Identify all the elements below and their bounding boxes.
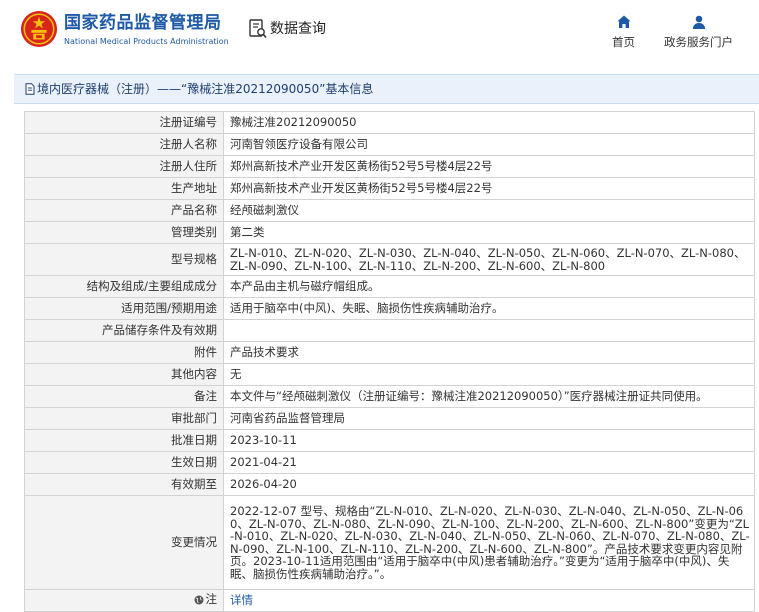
table-row: 审批部门 河南省药品监督管理局 xyxy=(24,407,755,430)
table-row: 生效日期 2021-04-21 xyxy=(24,451,755,474)
field-value: 豫械注准20212090050 xyxy=(223,111,755,134)
document-icon xyxy=(25,83,35,95)
table-row: 批准日期 2023-10-11 xyxy=(24,429,755,452)
field-value: 适用于脑卒中(中风)、失眠、脑损伤性疾病辅助治疗。 xyxy=(223,297,755,320)
field-value: 河南省药品监督管理局 xyxy=(223,407,755,430)
field-value: ZL-N-010、ZL-N-020、ZL-N-030、ZL-N-040、ZL-N… xyxy=(223,243,755,276)
field-label: 适用范围/预期用途 xyxy=(24,297,224,320)
field-label: 产品名称 xyxy=(24,199,224,222)
field-value: 本产品由主机与磁疗帽组成。 xyxy=(223,275,755,298)
table-row: 型号规格 ZL-N-010、ZL-N-020、ZL-N-030、ZL-N-040… xyxy=(24,243,755,276)
data-query-link[interactable]: 数据查询 xyxy=(249,19,326,39)
table-row: 有效期至 2026-04-20 xyxy=(24,473,755,496)
table-row: 变更情况 2022-12-07 型号、规格由“ZL-N-010、ZL-N-020… xyxy=(24,495,755,590)
field-label: 审批部门 xyxy=(24,407,224,430)
table-row: 注册证编号 豫械注准20212090050 xyxy=(24,111,755,134)
field-value: 本文件与“经颅磁刺激仪（注册证编号：豫械注准20212090050）”医疗器械注… xyxy=(223,385,755,408)
data-query-label: 数据查询 xyxy=(270,21,326,37)
registration-info-table: 注册证编号 豫械注准20212090050 注册人名称 河南智领医疗设备有限公司… xyxy=(24,111,755,612)
field-label: 型号规格 xyxy=(24,243,224,276)
nav-service-portal[interactable]: 政务服务门户 xyxy=(664,14,733,49)
note-key: 注 xyxy=(194,592,218,607)
field-label: 有效期至 xyxy=(24,473,224,496)
note-label-cell: 注 xyxy=(24,589,224,612)
table-row: 适用范围/预期用途 适用于脑卒中(中风)、失眠、脑损伤性疾病辅助治疗。 xyxy=(24,297,755,320)
field-value: 2021-04-21 xyxy=(223,451,755,474)
home-icon xyxy=(617,15,630,28)
field-label: 注册人名称 xyxy=(24,133,224,156)
brand-title-cn: 国家药品监督管理局 xyxy=(64,13,222,33)
field-label: 批准日期 xyxy=(24,429,224,452)
field-label: 注册人住所 xyxy=(24,155,224,178)
field-value xyxy=(223,319,755,342)
table-row: 注册人名称 河南智领医疗设备有限公司 xyxy=(24,133,755,156)
field-label: 生效日期 xyxy=(24,451,224,474)
nav-home-label: 首页 xyxy=(612,35,635,49)
field-value: 无 xyxy=(223,363,755,386)
table-row: 备注 本文件与“经颅磁刺激仪（注册证编号：豫械注准20212090050）”医疗… xyxy=(24,385,755,408)
field-label: 结构及组成/主要组成成分 xyxy=(24,275,224,298)
table-row: 产品名称 经颅磁刺激仪 xyxy=(24,199,755,222)
detail-title: 境内医疗器械（注册）——“豫械注准20212090050”基本信息 xyxy=(37,82,374,96)
note-label: 注 xyxy=(205,592,218,607)
field-value: 郑州高新技术产业开发区黄杨街52号5号楼4层22号 xyxy=(223,155,755,178)
field-label: 变更情况 xyxy=(24,495,224,590)
nav-home[interactable]: 首页 xyxy=(612,14,635,49)
field-value: 河南智领医疗设备有限公司 xyxy=(223,133,755,156)
detail-link[interactable]: 详情 xyxy=(230,593,253,607)
table-row: 注册人住所 郑州高新技术产业开发区黄杨街52号5号楼4层22号 xyxy=(24,155,755,178)
field-value: 第二类 xyxy=(223,221,755,244)
national-emblem-icon[interactable] xyxy=(20,10,58,48)
field-value: 郑州高新技术产业开发区黄杨街52号5号楼4层22号 xyxy=(223,177,755,200)
field-label: 产品储存条件及有效期 xyxy=(24,319,224,342)
user-icon xyxy=(692,15,705,29)
document-search-icon xyxy=(249,19,267,39)
field-label: 附件 xyxy=(24,341,224,364)
field-label: 其他内容 xyxy=(24,363,224,386)
table-row: 附件 产品技术要求 xyxy=(24,341,755,364)
field-label: 生产地址 xyxy=(24,177,224,200)
field-value: 2023-10-11 xyxy=(223,429,755,452)
table-row: 结构及组成/主要组成成分 本产品由主机与磁疗帽组成。 xyxy=(24,275,755,298)
table-row: 注 详情 xyxy=(24,589,755,612)
field-label: 注册证编号 xyxy=(24,111,224,134)
field-value: 产品技术要求 xyxy=(223,341,755,364)
brand-title-en: National Medical Products Administration xyxy=(64,37,229,46)
field-value: 经颅磁刺激仪 xyxy=(223,199,755,222)
site-header: 国家药品监督管理局 National Medical Products Admi… xyxy=(0,0,759,64)
table-row: 管理类别 第二类 xyxy=(24,221,755,244)
globe-icon xyxy=(194,595,203,605)
table-row: 其他内容 无 xyxy=(24,363,755,386)
nav-service-label: 政务服务门户 xyxy=(664,35,733,49)
table-row: 产品储存条件及有效期 xyxy=(24,319,755,342)
brand[interactable]: 国家药品监督管理局 National Medical Products Admi… xyxy=(64,13,229,47)
field-label: 备注 xyxy=(24,385,224,408)
field-label: 管理类别 xyxy=(24,221,224,244)
detail-title-bar: 境内医疗器械（注册）——“豫械注准20212090050”基本信息 xyxy=(14,74,759,104)
table-row: 生产地址 郑州高新技术产业开发区黄杨街52号5号楼4层22号 xyxy=(24,177,755,200)
field-value: 详情 xyxy=(223,589,755,612)
field-value: 2022-12-07 型号、规格由“ZL-N-010、ZL-N-020、ZL-N… xyxy=(223,495,755,590)
field-value: 2026-04-20 xyxy=(223,473,755,496)
